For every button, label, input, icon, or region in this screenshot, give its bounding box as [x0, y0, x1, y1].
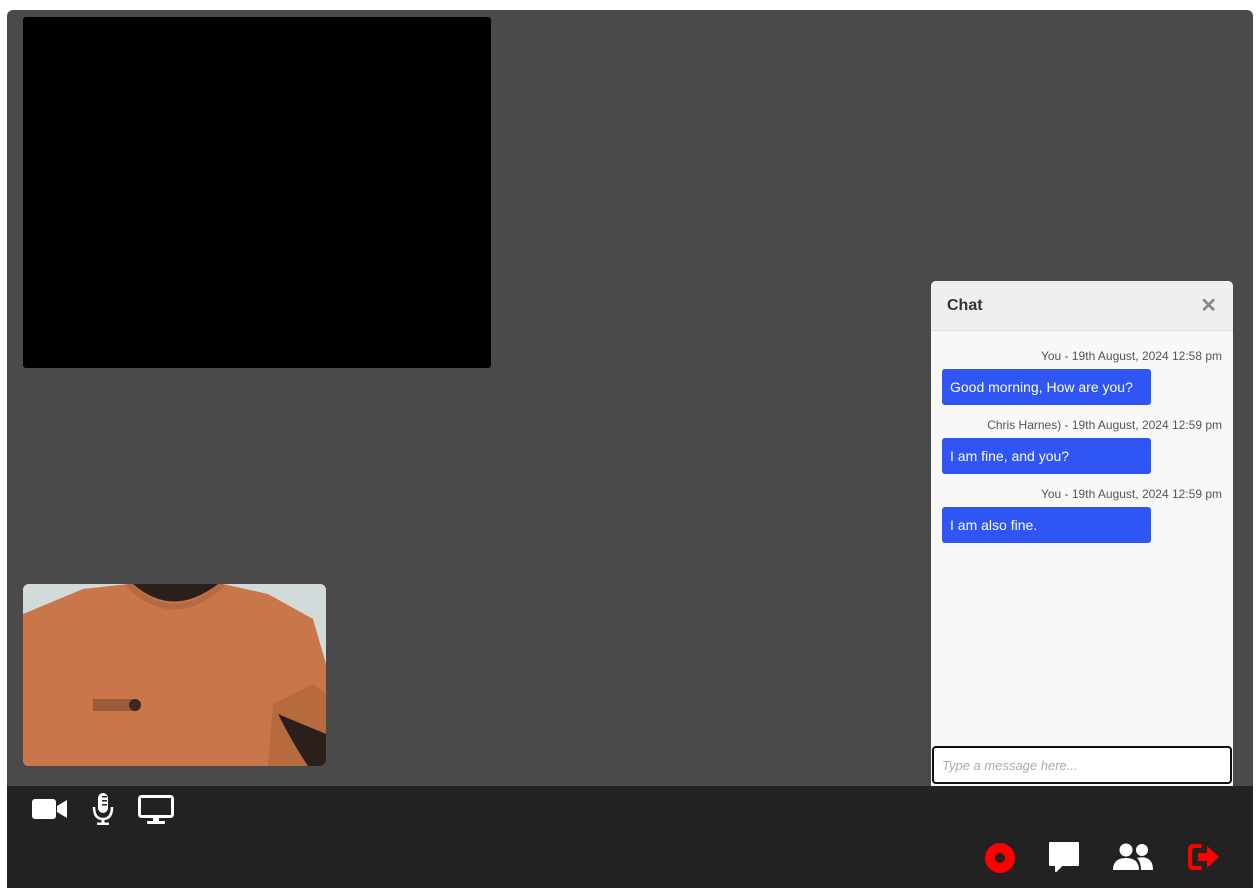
participants-button[interactable] — [1113, 842, 1153, 872]
message-bubble: I am fine, and you? — [942, 438, 1151, 474]
record-button[interactable] — [984, 842, 1016, 874]
control-bar — [7, 786, 1253, 888]
chat-icon — [1049, 842, 1079, 872]
leave-call-icon — [1188, 844, 1219, 870]
participants-icon — [1113, 843, 1153, 870]
local-camera-feed — [23, 584, 326, 766]
video-camera-icon — [32, 799, 67, 819]
chat-title: Chat — [947, 296, 983, 314]
chat-header: Chat ✕ — [931, 281, 1233, 331]
chat-message-input[interactable] — [932, 746, 1232, 784]
video-call-window: Chat ✕ You - 19th August, 2024 12:58 pm … — [7, 10, 1253, 888]
microphone-button[interactable] — [91, 792, 115, 826]
record-icon — [985, 843, 1015, 873]
message-meta: You - 19th August, 2024 12:58 pm — [1040, 349, 1222, 363]
leave-call-button[interactable] — [1187, 842, 1221, 872]
screen-share-button[interactable] — [137, 794, 175, 826]
microphone-icon — [92, 793, 114, 825]
chat-messages: You - 19th August, 2024 12:58 pm Good mo… — [931, 331, 1233, 543]
screen-share-icon — [138, 795, 174, 824]
local-video-tile — [23, 584, 326, 766]
chat-toggle-button[interactable] — [1047, 840, 1081, 874]
message-bubble: I am also fine. — [942, 507, 1151, 543]
video-camera-button[interactable] — [31, 796, 69, 822]
chat-input-wrapper — [932, 746, 1232, 784]
message-meta: You - 19th August, 2024 12:59 pm — [1040, 487, 1222, 501]
message-meta: Chris Harnes) - 19th August, 2024 12:59 … — [987, 418, 1222, 432]
chat-panel: Chat ✕ You - 19th August, 2024 12:58 pm … — [931, 281, 1233, 786]
close-icon[interactable]: ✕ — [1200, 296, 1217, 316]
message-bubble: Good morning, How are you? — [942, 369, 1151, 405]
remote-video-tile — [23, 17, 491, 368]
